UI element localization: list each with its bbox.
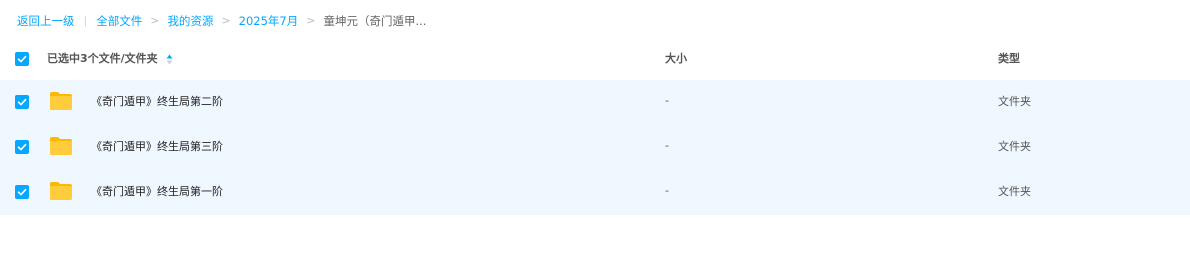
file-type: 文件夹: [998, 140, 1031, 153]
column-header-type[interactable]: 类型: [998, 51, 1020, 67]
table-row[interactable]: 《奇门遁甲》终生局第一阶 - 文件夹: [0, 170, 1190, 215]
folder-icon: [50, 92, 72, 110]
breadcrumb-item-2025-july[interactable]: 2025年7月: [239, 12, 299, 30]
file-name[interactable]: 《奇门遁甲》终生局第二阶: [91, 94, 223, 110]
checkmark-icon: [17, 98, 27, 106]
folder-icon: [50, 182, 72, 200]
chevron-right-icon: >: [306, 14, 316, 27]
chevron-right-icon: >: [150, 14, 160, 27]
checkmark-icon: [17, 188, 27, 196]
chevron-right-icon: >: [221, 14, 231, 27]
file-name[interactable]: 《奇门遁甲》终生局第一阶: [91, 184, 223, 200]
file-type: 文件夹: [998, 185, 1031, 198]
back-link[interactable]: 返回上一级: [17, 12, 75, 30]
table-header: 已选中3个文件/文件夹 大小 类型: [0, 38, 1190, 80]
file-table: 已选中3个文件/文件夹 大小 类型 《奇门遁甲》终生局第二阶 - 文件夹 《奇门…: [0, 38, 1190, 215]
breadcrumb-current: 童坤元（奇门遁甲...: [323, 14, 427, 28]
column-header-name[interactable]: 已选中3个文件/文件夹: [47, 51, 173, 67]
breadcrumb-item-all-files[interactable]: 全部文件: [96, 12, 142, 30]
breadcrumb-item-my-resources[interactable]: 我的资源: [167, 12, 213, 30]
folder-icon: [50, 137, 72, 155]
checkmark-icon: [17, 143, 27, 151]
file-size: -: [665, 94, 669, 107]
file-size: -: [665, 139, 669, 152]
file-size: -: [665, 184, 669, 197]
file-type: 文件夹: [998, 95, 1031, 108]
file-name[interactable]: 《奇门遁甲》终生局第三阶: [91, 139, 223, 155]
breadcrumb-divider: |: [83, 14, 88, 27]
table-row[interactable]: 《奇门遁甲》终生局第三阶 - 文件夹: [0, 125, 1190, 170]
select-all-checkbox[interactable]: [15, 52, 29, 66]
selection-count-label: 已选中3个文件/文件夹: [47, 52, 158, 65]
column-header-size[interactable]: 大小: [665, 51, 687, 67]
row-checkbox[interactable]: [15, 95, 29, 109]
row-checkbox[interactable]: [15, 185, 29, 199]
breadcrumb: 返回上一级 | 全部文件 > 我的资源 > 2025年7月 > 童坤元（奇门遁甲…: [17, 12, 426, 30]
table-row[interactable]: 《奇门遁甲》终生局第二阶 - 文件夹: [0, 80, 1190, 125]
checkmark-icon: [17, 55, 27, 63]
row-checkbox[interactable]: [15, 140, 29, 154]
sort-ascending-icon[interactable]: [166, 54, 173, 65]
